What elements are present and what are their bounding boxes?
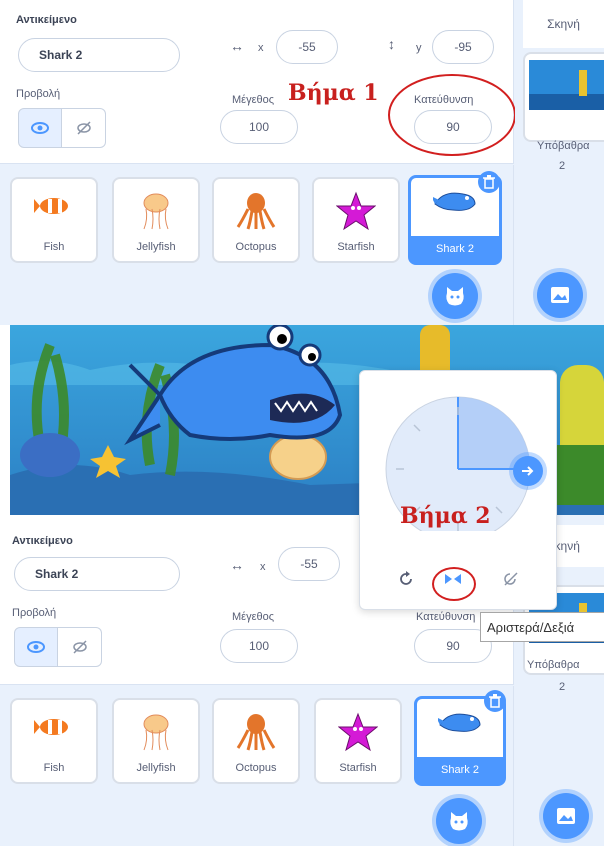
sprite-card-starfish[interactable]: Starfish xyxy=(312,177,400,263)
delete-sprite-button[interactable] xyxy=(484,690,506,712)
eye-icon xyxy=(31,122,49,134)
sprite-name: Octopus xyxy=(235,241,277,253)
eye-slash-icon xyxy=(76,121,91,135)
trash-icon xyxy=(489,694,501,708)
sprite-label: Αντικείμενο xyxy=(12,535,73,547)
stage-backdrop-thumbnail xyxy=(529,60,604,110)
sprite-name: Octopus xyxy=(235,762,277,774)
octopus-thumbnail xyxy=(214,191,298,236)
y-input[interactable]: -95 xyxy=(432,30,494,64)
jellyfish-thumbnail xyxy=(114,191,198,236)
vertical-arrows-icon: ↕ xyxy=(388,36,395,52)
choose-backdrop-button[interactable] xyxy=(537,272,583,318)
choose-sprite-button[interactable] xyxy=(432,273,478,319)
backdrops-count: 2 xyxy=(559,681,566,693)
show-hidden-button[interactable] xyxy=(62,108,106,148)
size-input[interactable]: 100 xyxy=(220,110,298,144)
x-input[interactable]: -55 xyxy=(276,30,338,64)
octopus-thumbnail xyxy=(214,712,298,757)
sprite-card-jellyfish[interactable]: Jellyfish xyxy=(112,698,200,784)
show-visible-button[interactable] xyxy=(18,108,62,148)
sprite-name: Fish xyxy=(43,241,65,253)
x-label: x xyxy=(260,561,266,573)
direction-arrow-icon xyxy=(522,466,534,476)
choose-backdrop-icon xyxy=(551,287,569,303)
eye-slash-icon xyxy=(72,640,87,654)
show-label: Προβολή xyxy=(12,607,57,619)
all-around-button[interactable] xyxy=(398,571,414,592)
size-label: Μέγεθος xyxy=(232,94,275,106)
sprite-card-starfish[interactable]: Starfish xyxy=(314,698,402,784)
sprite-card-octopus[interactable]: Octopus xyxy=(212,698,300,784)
sprite-list: Fish Jellyfish Octopus Starfish Shark 2 xyxy=(0,686,514,846)
direction-popover: Βήμα 2 xyxy=(359,370,557,610)
size-input[interactable]: 100 xyxy=(220,629,298,663)
stage-column: Σκηνή Υπόβαθρα 2 xyxy=(515,0,604,325)
x-input[interactable]: -55 xyxy=(278,547,340,581)
y-label: y xyxy=(416,42,422,54)
jellyfish-thumbnail xyxy=(114,712,198,757)
sprite-card-fish[interactable]: Fish xyxy=(10,698,98,784)
step-2-highlight-circle xyxy=(432,567,476,601)
backdrops-count: 2 xyxy=(559,160,566,172)
step-1-annotation: Βήμα 1 xyxy=(288,80,379,106)
sprite-name: Shark 2 xyxy=(417,757,503,783)
sprite-card-octopus[interactable]: Octopus xyxy=(212,177,300,263)
choose-sprite-icon xyxy=(446,287,464,306)
shark-thumbnail xyxy=(417,707,503,742)
sprite-card-jellyfish[interactable]: Jellyfish xyxy=(112,177,200,263)
horizontal-arrows-icon: ↔ xyxy=(230,557,244,573)
choose-backdrop-button[interactable] xyxy=(543,793,589,839)
starfish-thumbnail xyxy=(314,191,398,236)
trash-icon xyxy=(483,175,495,189)
step-2-annotation: Βήμα 2 xyxy=(400,503,491,529)
sprite-name: Starfish xyxy=(339,762,377,774)
size-label: Μέγεθος xyxy=(232,611,275,623)
direction-label: Κατεύθυνση xyxy=(416,611,476,623)
fish-thumbnail xyxy=(12,191,96,226)
backdrops-label: Υπόβαθρα xyxy=(527,659,580,671)
show-visible-button[interactable] xyxy=(14,627,58,667)
fish-thumbnail xyxy=(12,712,96,747)
sprite-info-area: Αντικείμενο Shark 2 ↔ x -55 ↕ y -95 Προβ… xyxy=(0,0,516,164)
stage-thumbnail[interactable] xyxy=(523,52,604,142)
sprite-name: Starfish xyxy=(337,241,375,253)
left-right-tooltip: Αριστερά/Δεξιά xyxy=(480,612,604,642)
delete-sprite-button[interactable] xyxy=(478,171,500,193)
sprite-list: Fish Jellyfish Octopus Starfish Shark 2 xyxy=(0,165,514,325)
direction-handle[interactable] xyxy=(513,456,543,486)
choose-sprite-button[interactable] xyxy=(436,798,482,844)
show-hidden-button[interactable] xyxy=(58,627,102,667)
sprite-name: Jellyfish xyxy=(136,241,176,253)
dont-rotate-button[interactable] xyxy=(502,571,520,592)
stage-header: Σκηνή xyxy=(523,0,604,48)
eye-icon xyxy=(27,641,45,653)
show-label: Προβολή xyxy=(16,88,61,100)
sprite-name-input[interactable]: Shark 2 xyxy=(18,38,180,72)
sprite-name-input[interactable]: Shark 2 xyxy=(14,557,180,591)
all-around-icon xyxy=(400,571,412,585)
dont-rotate-icon xyxy=(504,572,518,586)
sprite-card-fish[interactable]: Fish xyxy=(10,177,98,263)
backdrops-label: Υπόβαθρα xyxy=(537,140,590,152)
choose-backdrop-icon xyxy=(557,808,575,824)
starfish-thumbnail xyxy=(316,712,400,757)
sprite-name: Shark 2 xyxy=(411,236,499,262)
horizontal-arrows-icon: ↔ xyxy=(230,38,244,54)
sprite-label: Αντικείμενο xyxy=(16,14,77,26)
step-1-highlight-circle xyxy=(388,74,516,156)
sprite-name: Fish xyxy=(43,762,65,774)
x-label: x xyxy=(258,42,264,54)
sprite-info-panel-top: Αντικείμενο Shark 2 ↔ x -55 ↕ y -95 Προβ… xyxy=(0,0,604,325)
choose-sprite-icon xyxy=(450,812,468,831)
sprite-name: Jellyfish xyxy=(136,762,176,774)
